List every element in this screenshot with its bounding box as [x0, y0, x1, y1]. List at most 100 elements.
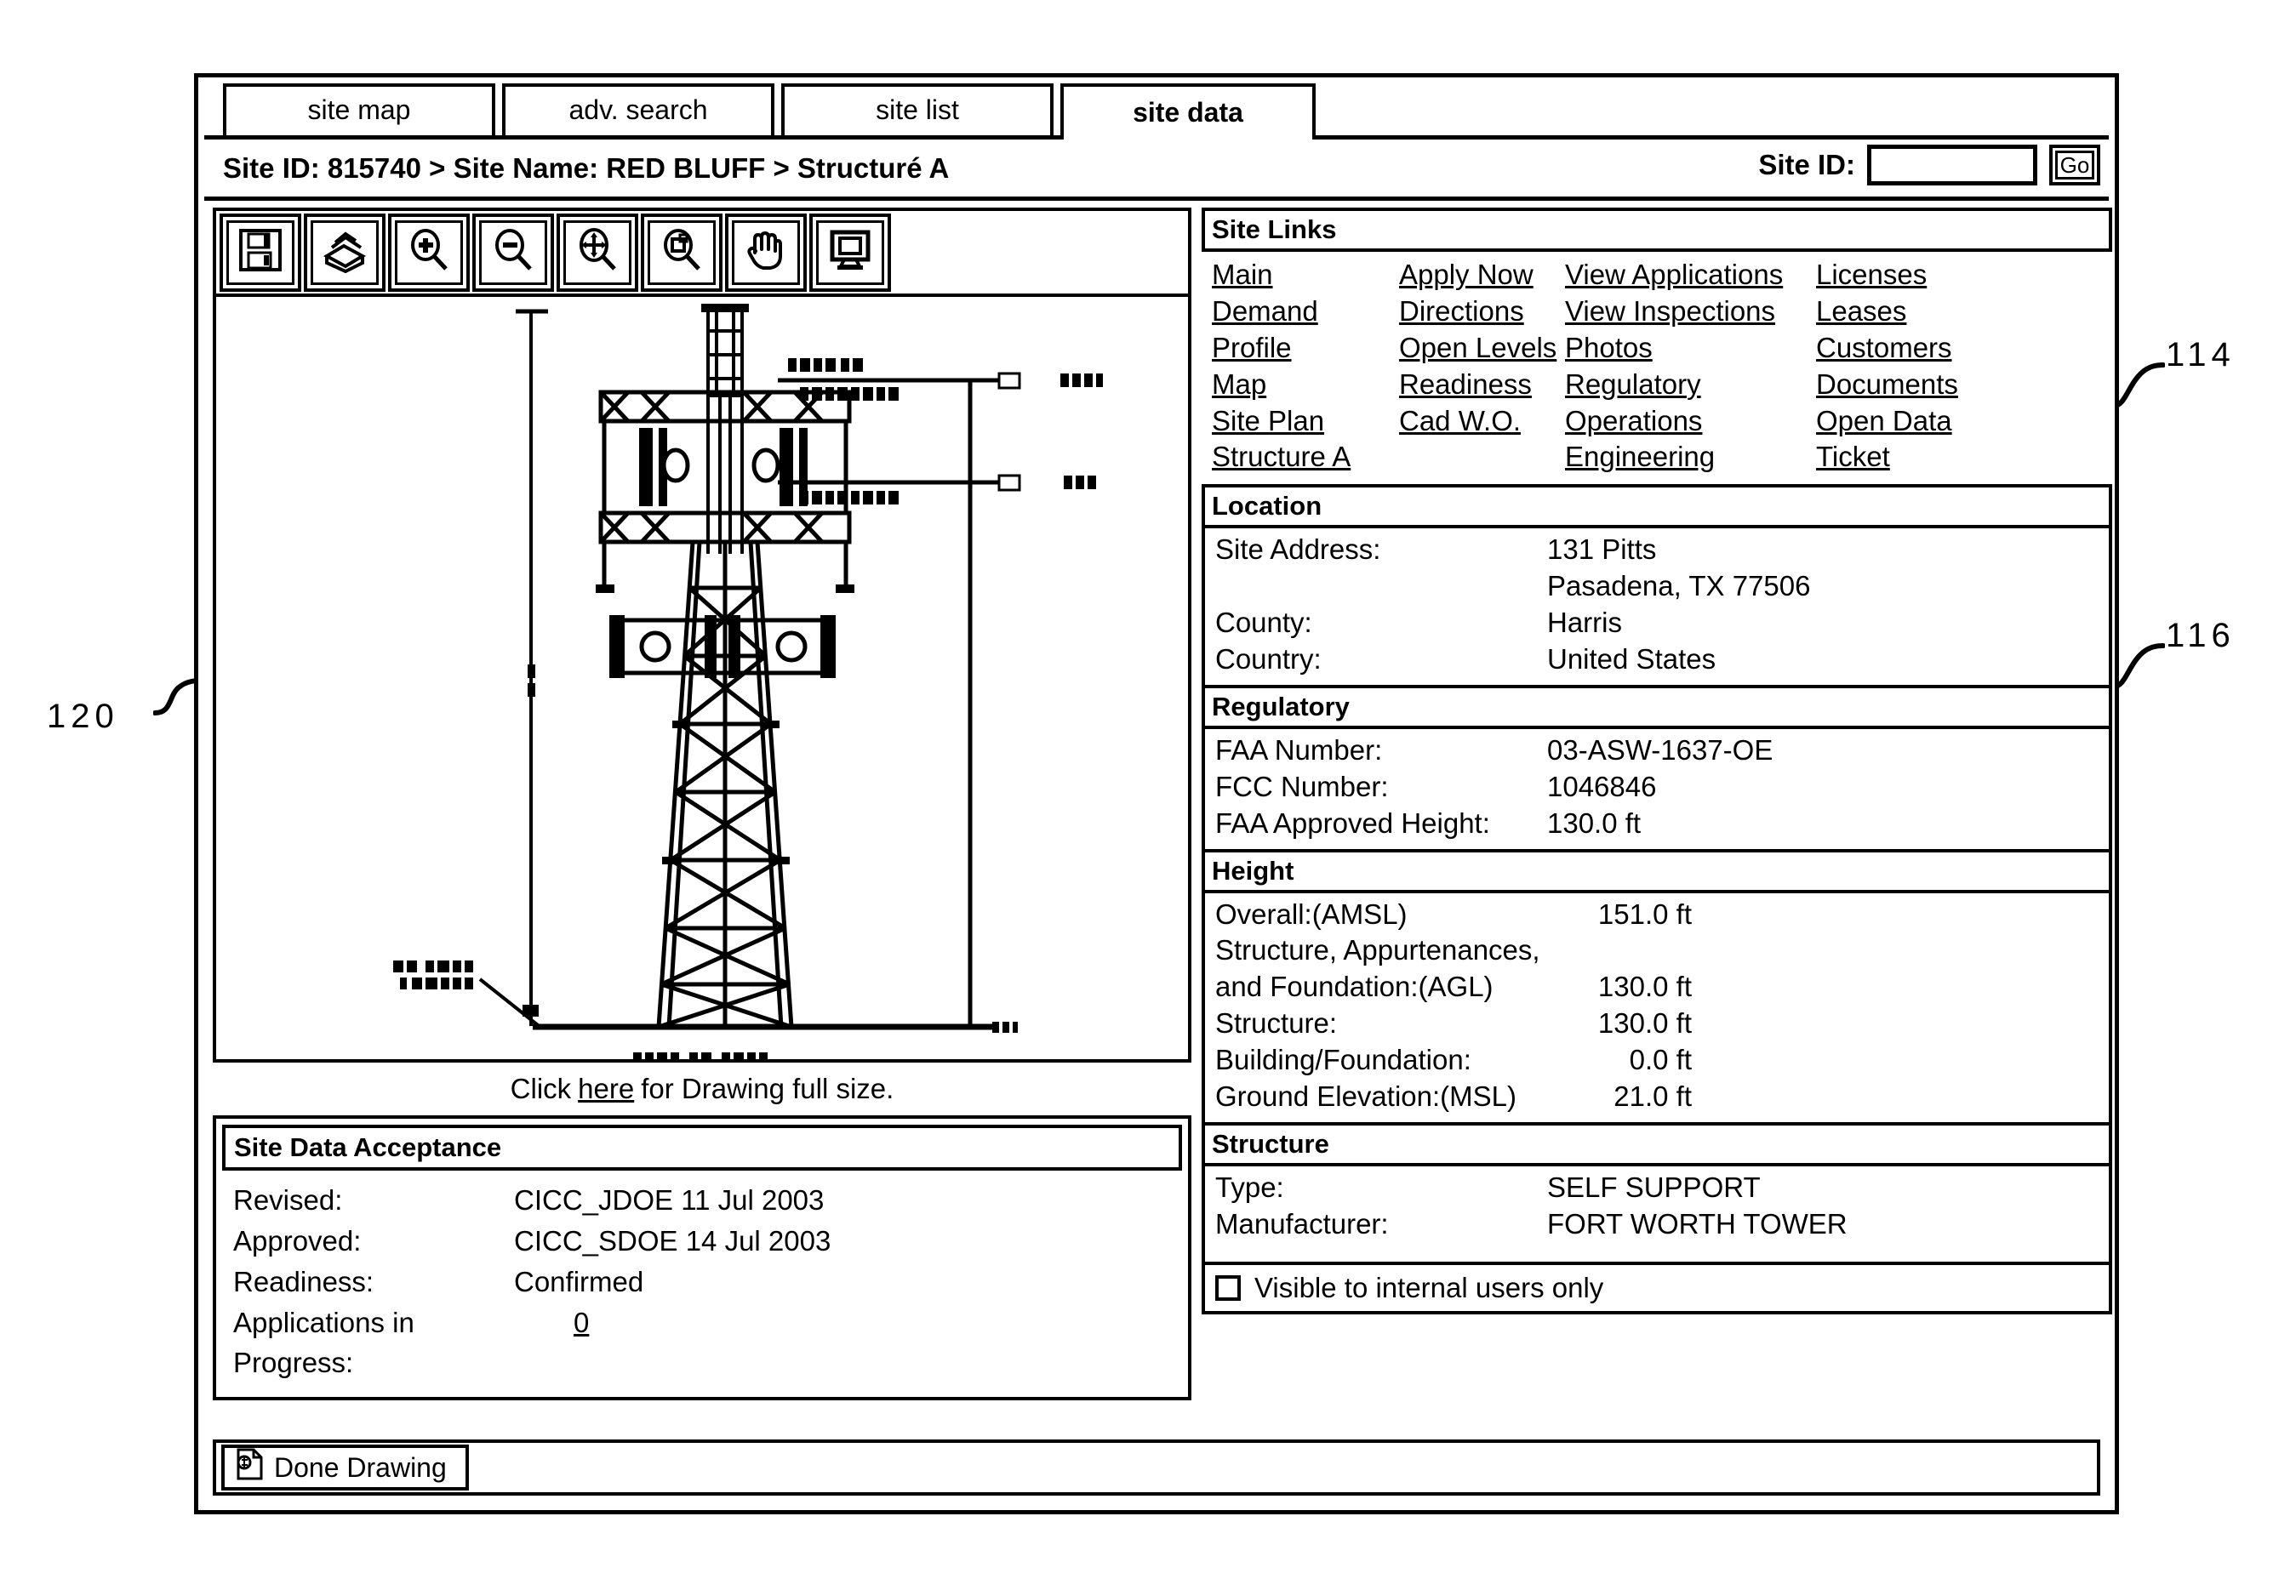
tab-label: adv. search — [568, 94, 708, 125]
pan-hand-button[interactable] — [725, 213, 807, 292]
row-value: 151.0 ft — [1597, 898, 1692, 930]
link-regulatory[interactable]: Regulatory — [1565, 367, 1701, 403]
row-key: FAA Number: — [1215, 733, 1383, 766]
row-value: Confirmed — [514, 1265, 644, 1297]
link-open-levels[interactable]: Open Levels — [1399, 330, 1556, 367]
go-button[interactable]: Go — [2049, 145, 2100, 185]
link-map[interactable]: Map — [1212, 367, 1266, 403]
save-icon — [237, 227, 283, 277]
link-main[interactable]: Main — [1212, 257, 1273, 294]
location-row: Site Address: 131 Pitts — [1215, 532, 2109, 568]
link-readiness[interactable]: Readiness — [1399, 367, 1532, 403]
tab-adv-search[interactable]: adv. search — [502, 83, 774, 135]
link-view-applications[interactable]: View Applications — [1565, 257, 1783, 294]
row-value: 03-ASW-1637-OE — [1547, 733, 1773, 766]
location-row: County: Harris — [1215, 605, 2109, 641]
link-operations[interactable]: Operations — [1565, 403, 1702, 440]
link-apply-now[interactable]: Apply Now — [1399, 257, 1534, 294]
row-value: Harris — [1547, 607, 1622, 639]
link-directions[interactable]: Directions — [1399, 294, 1524, 330]
site-links-panel: Site Links Main Demand Profile Map Site … — [1202, 208, 2112, 485]
acceptance-row: Revised: CICC_JDOE 11 Jul 2003 — [233, 1180, 1188, 1221]
regulatory-title: Regulatory — [1202, 684, 2112, 729]
callout-120: 120 — [47, 698, 119, 735]
row-value: 0.0 ft — [1629, 1044, 1692, 1076]
tower-drawing — [393, 304, 1103, 1059]
site-data-acceptance-rows: Revised: CICC_JDOE 11 Jul 2003 Approved:… — [216, 1177, 1188, 1397]
link-customers[interactable]: Customers — [1816, 330, 1952, 367]
zoom-out-icon — [490, 227, 536, 277]
height-rows: Overall:(AMSL) 151.0 ft Structure, Appur… — [1202, 892, 2112, 1122]
zoom-in-icon — [406, 227, 452, 277]
visible-internal-checkbox[interactable] — [1215, 1274, 1241, 1301]
done-drawing-button[interactable]: Done Drawing — [221, 1445, 469, 1491]
monitor-icon — [827, 227, 873, 277]
callout-116-leader — [2112, 643, 2165, 689]
link-cad-wo[interactable]: Cad W.O. — [1399, 403, 1521, 440]
row-key: Building/Foundation: — [1215, 1044, 1471, 1076]
application-window: site map adv. search site list site data… — [194, 73, 2119, 1514]
row-key: Readiness: — [233, 1265, 374, 1297]
row-value: CICC_JDOE 11 Jul 2003 — [514, 1184, 825, 1216]
regulatory-rows: FAA Number: 03-ASW-1637-OE FCC Number: 1… — [1202, 728, 2112, 849]
height-row: Ground Elevation:(MSL) 21.0 ft — [1215, 1079, 2109, 1115]
site-data-acceptance-title: Site Data Acceptance — [222, 1125, 1182, 1171]
regulatory-row: FAA Number: 03-ASW-1637-OE — [1215, 732, 2109, 769]
link-view-inspections[interactable]: View Inspections — [1565, 294, 1775, 330]
callout-116: 116 — [2166, 617, 2236, 654]
drawing-fullsize-link[interactable]: here — [578, 1073, 634, 1105]
tab-label: site list — [876, 94, 959, 125]
zoom-in-button[interactable] — [388, 213, 470, 292]
row-value: 130.0 ft — [1547, 807, 1642, 839]
link-leases[interactable]: Leases — [1816, 294, 1906, 330]
link-documents[interactable]: Documents — [1816, 367, 1958, 403]
link-open-data[interactable]: Open Data — [1816, 403, 1952, 440]
tab-site-list[interactable]: site list — [781, 83, 1054, 135]
height-panel: Height Overall:(AMSL) 151.0 ft Structure… — [1202, 848, 2112, 1122]
site-links-col-1: Main Demand Profile Map Site Plan Struct… — [1212, 257, 1399, 476]
breadcrumb: Site ID: 815740 > Site Name: RED BLUFF >… — [223, 151, 950, 184]
regulatory-row: FCC Number: 1046846 — [1215, 769, 2109, 806]
structure-row: Manufacturer: FORT WORTH TOWER — [1215, 1206, 2109, 1243]
status-bar: Done Drawing — [213, 1439, 2100, 1496]
site-links-col-2: Apply Now Directions Open Levels Readine… — [1399, 257, 1565, 476]
site-links-col-4: Licenses Leases Customers Documents Open… — [1816, 257, 2112, 476]
tower-drawing-pane[interactable] — [213, 297, 1191, 1063]
print-layers-icon — [322, 227, 368, 277]
drawing-fullsize-caption: Click here for Drawing full size. — [213, 1063, 1191, 1115]
structure-title: Structure — [1202, 1121, 2112, 1166]
visible-internal-row[interactable]: Visible to internal users only — [1202, 1261, 2112, 1314]
save-button[interactable] — [220, 213, 301, 292]
tab-site-map[interactable]: site map — [223, 83, 495, 135]
print-layers-button[interactable] — [304, 213, 386, 292]
link-structure-a[interactable]: Structure A — [1212, 439, 1351, 476]
link-demand-profile[interactable]: Demand Profile — [1212, 294, 1399, 367]
zoom-pan-button[interactable] — [557, 213, 638, 292]
visible-internal-label: Visible to internal users only — [1254, 1271, 1604, 1303]
done-drawing-label: Done Drawing — [274, 1451, 447, 1483]
site-id-input[interactable] — [1867, 145, 2037, 185]
content-area: Click here for Drawing full size. Site D… — [204, 201, 2112, 1504]
acceptance-row: Applications in Progress: 0 — [233, 1302, 1188, 1384]
applications-in-progress-link[interactable]: 0 — [574, 1302, 589, 1384]
row-value: Pasadena, TX 77506 — [1547, 570, 1811, 602]
row-value: 130.0 ft — [1597, 1007, 1692, 1040]
monitor-button[interactable] — [809, 213, 891, 292]
height-row: Structure: 130.0 ft — [1215, 1006, 2109, 1042]
callout-114-leader — [2112, 362, 2165, 408]
callout-114: 114 — [2166, 336, 2236, 373]
zoom-out-button[interactable] — [472, 213, 554, 292]
link-photos[interactable]: Photos — [1565, 330, 1653, 367]
zoom-window-button[interactable] — [641, 213, 722, 292]
row-key: Country: — [1215, 643, 1322, 675]
breadcrumb-bar: Site ID: 815740 > Site Name: RED BLUFF >… — [204, 140, 2109, 201]
tab-site-data[interactable]: site data — [1060, 83, 1316, 140]
tab-bar: site map adv. search site list site data — [204, 83, 2109, 140]
link-engineering[interactable]: Engineering — [1565, 439, 1715, 476]
link-ticket[interactable]: Ticket — [1816, 439, 1890, 476]
link-licenses[interactable]: Licenses — [1816, 257, 1927, 294]
acceptance-row: Approved: CICC_SDOE 14 Jul 2003 — [233, 1221, 1188, 1262]
row-key: FAA Approved Height: — [1215, 807, 1490, 839]
link-site-plan[interactable]: Site Plan — [1212, 403, 1324, 440]
zoom-pan-icon — [574, 227, 620, 277]
